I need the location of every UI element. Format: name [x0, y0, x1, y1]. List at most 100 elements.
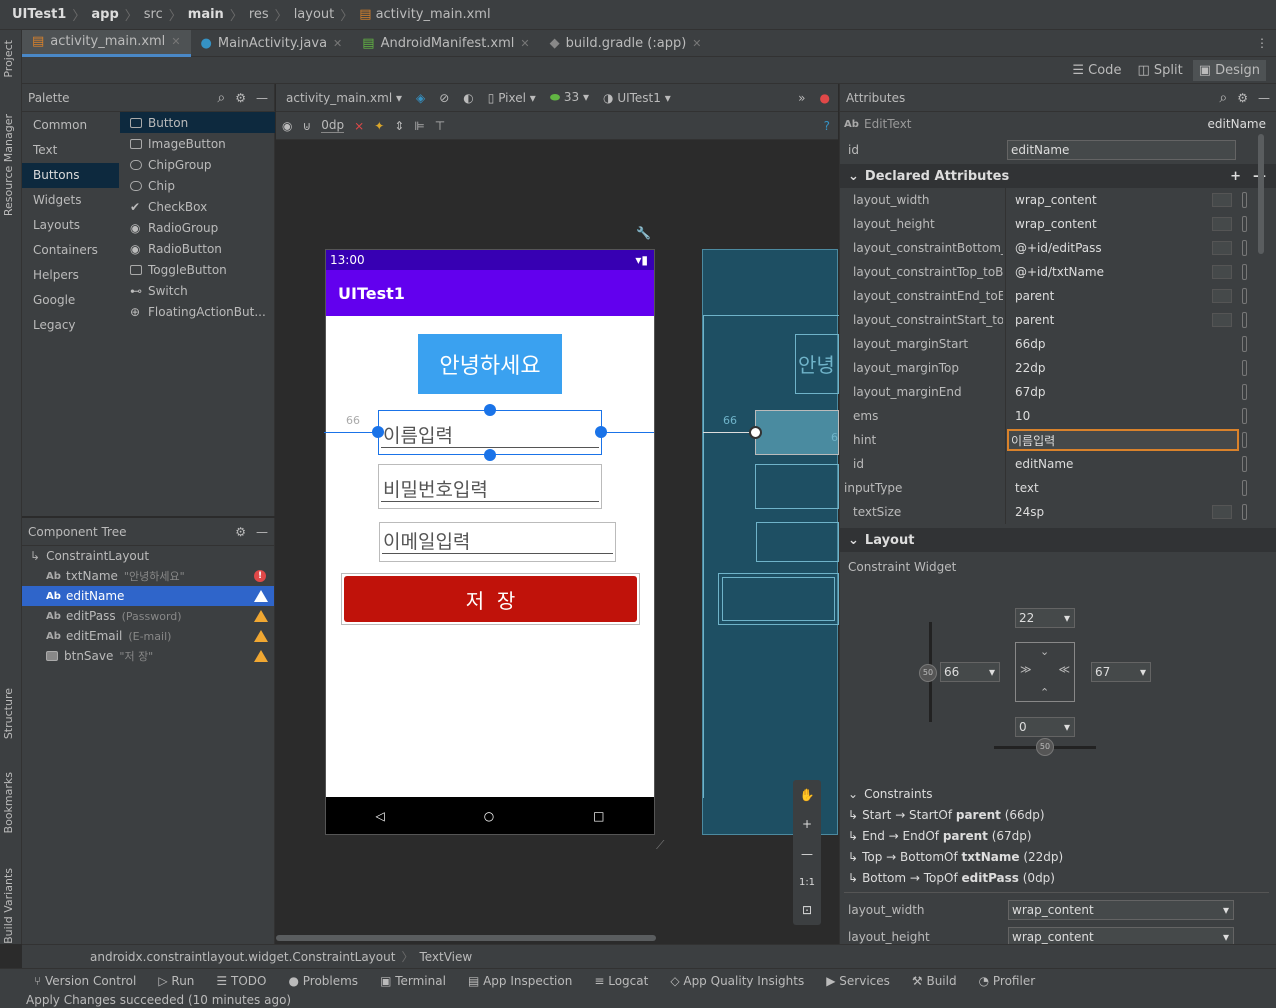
eye-icon[interactable]: ◉: [282, 119, 292, 133]
close-icon[interactable]: ✕: [171, 35, 180, 48]
category-helpers[interactable]: Helpers: [22, 263, 119, 288]
id-input[interactable]: editName: [1007, 140, 1236, 160]
night-mode-icon[interactable]: ◐: [463, 91, 473, 105]
txtname-view[interactable]: 안녕하세요: [418, 334, 562, 394]
phone-preview[interactable]: 13:00 ▾▮ UITest1 안녕하세요 이름입력 66 비밀번호입력 이메…: [324, 249, 655, 835]
scrollbar[interactable]: [1258, 134, 1264, 254]
warning-icon[interactable]: [254, 630, 268, 642]
path-layout[interactable]: androidx.constraintlayout.widget.Constra…: [90, 950, 395, 964]
resource-picker-icon[interactable]: [1242, 384, 1247, 400]
home-icon[interactable]: ○: [484, 809, 494, 823]
category-google[interactable]: Google: [22, 288, 119, 313]
close-icon[interactable]: ✕: [333, 37, 342, 50]
palette-item-chip[interactable]: Chip: [120, 175, 275, 196]
dropdown-arrow-icon[interactable]: [1212, 241, 1232, 255]
dropdown-arrow-icon[interactable]: [1212, 313, 1232, 327]
category-containers[interactable]: Containers: [22, 238, 119, 263]
tool-app-quality[interactable]: ◇ App Quality Insights: [670, 974, 804, 988]
code-view-button[interactable]: ☰ Code: [1066, 60, 1127, 81]
layout-section-header[interactable]: ⌄ Layout: [840, 528, 1276, 552]
tool-todo[interactable]: ☰ TODO: [216, 974, 266, 988]
resource-picker-icon[interactable]: [1242, 432, 1247, 448]
dropdown-arrow-icon[interactable]: [1212, 505, 1232, 519]
more-options-icon[interactable]: ⋮: [1256, 36, 1268, 50]
magnet-icon[interactable]: ⊍: [302, 119, 311, 133]
zoom-out-icon[interactable]: —: [801, 847, 813, 861]
resource-picker-icon[interactable]: [1242, 456, 1247, 472]
palette-item-imagebutton[interactable]: ImageButton: [120, 133, 275, 154]
tree-root[interactable]: ↳ ConstraintLayout: [22, 546, 274, 566]
tree-row-txtname[interactable]: Ab txtName "안녕하세요" !: [22, 566, 274, 586]
dropdown-arrow-icon[interactable]: [1212, 193, 1232, 207]
attribute-value[interactable]: 10: [1015, 404, 1030, 428]
resize-handle-icon[interactable]: ⟋: [656, 838, 664, 853]
palette-item-togglebutton[interactable]: ToggleButton: [120, 259, 275, 280]
attribute-value[interactable]: 24sp: [1015, 500, 1044, 524]
tab-build-gradle[interactable]: ◆ build.gradle (:app) ✕: [540, 30, 712, 57]
attribute-row[interactable]: ems 10: [840, 404, 1276, 428]
attribute-row[interactable]: layout_height wrap_content: [840, 212, 1276, 236]
zoom-reset-button[interactable]: 1:1: [799, 877, 815, 888]
tree-row-editemail[interactable]: Ab editEmail (E-mail): [22, 626, 274, 646]
start-anchor[interactable]: [372, 426, 384, 438]
margin-start-select[interactable]: 66 ▾: [940, 662, 1000, 682]
align-icon[interactable]: ⊫: [414, 119, 424, 133]
tool-build[interactable]: ⚒ Build: [912, 974, 957, 988]
resource-picker-icon[interactable]: [1242, 480, 1247, 496]
category-widgets[interactable]: Widgets: [22, 188, 119, 213]
resource-picker-icon[interactable]: [1242, 216, 1247, 232]
attribute-value[interactable]: editName: [1015, 452, 1073, 476]
attribute-value[interactable]: 이름입력: [1007, 429, 1239, 451]
close-icon[interactable]: ✕: [520, 37, 529, 50]
palette-item-radiobutton[interactable]: ◉ RadioButton: [120, 238, 275, 259]
wrench-icon[interactable]: 🔧: [636, 226, 651, 240]
device-select[interactable]: ▯ Pixel ▾: [488, 91, 536, 105]
infer-constraints-icon[interactable]: ✦: [374, 119, 384, 133]
chevrons-left-icon[interactable]: ≪: [1058, 663, 1070, 676]
tab-android-manifest[interactable]: ▤ AndroidManifest.xml ✕: [352, 30, 539, 57]
tool-version-control[interactable]: ⑂ Version Control: [34, 974, 136, 988]
expand-icon[interactable]: »: [798, 91, 805, 105]
attribute-value[interactable]: parent: [1015, 308, 1054, 332]
split-view-button[interactable]: ◫ Split: [1131, 60, 1188, 81]
blueprint-editname[interactable]: 6: [755, 410, 839, 455]
btnsave-button[interactable]: 저 장: [344, 576, 637, 622]
attribute-row[interactable]: layout_marginEnd 67dp: [840, 380, 1276, 404]
tool-run[interactable]: ▷ Run: [158, 974, 194, 988]
tab-main-activity[interactable]: ● MainActivity.java ✕: [191, 30, 353, 57]
editpass-field[interactable]: 비밀번호입력: [378, 464, 602, 509]
resource-picker-icon[interactable]: [1242, 336, 1247, 352]
resource-picker-icon[interactable]: [1242, 288, 1247, 304]
tool-tab-build-variants[interactable]: Build Variants: [2, 868, 15, 944]
breadcrumb-project[interactable]: UITest1: [12, 7, 66, 22]
attribute-row[interactable]: layout_marginTop 22dp: [840, 356, 1276, 380]
category-text[interactable]: Text: [22, 138, 119, 163]
pan-icon[interactable]: ✋: [800, 788, 815, 802]
tool-tab-resource-manager[interactable]: Resource Manager: [2, 114, 15, 216]
layers-icon[interactable]: ◈: [416, 91, 425, 105]
attribute-row[interactable]: layout_marginStart 66dp: [840, 332, 1276, 356]
bottom-anchor[interactable]: [484, 449, 496, 461]
attribute-row[interactable]: id editName: [840, 452, 1276, 476]
chevrons-right-icon[interactable]: ≫: [1020, 663, 1032, 676]
palette-item-chipgroup[interactable]: ChipGroup: [120, 154, 275, 175]
theme-select[interactable]: ◑ UITest1 ▾: [603, 91, 671, 105]
clear-constraints-icon[interactable]: ⨯: [354, 119, 364, 133]
layout-width-select[interactable]: wrap_content ▾: [1008, 900, 1234, 920]
attribute-row[interactable]: hint 이름입력: [840, 428, 1276, 452]
breadcrumb-file[interactable]: activity_main.xml: [376, 7, 491, 22]
resource-picker-icon[interactable]: [1242, 240, 1247, 256]
category-legacy[interactable]: Legacy: [22, 313, 119, 338]
resource-picker-icon[interactable]: [1242, 504, 1247, 520]
attribute-value[interactable]: 67dp: [1015, 380, 1046, 404]
breadcrumb-res[interactable]: res: [249, 7, 269, 22]
warning-icon[interactable]: [254, 610, 268, 622]
tool-app-inspection[interactable]: ▤ App Inspection: [468, 974, 572, 988]
constraints-header[interactable]: ⌄ Constraints: [840, 784, 1276, 804]
tool-terminal[interactable]: ▣ Terminal: [380, 974, 446, 988]
api-select[interactable]: ⬬ 33 ▾: [550, 90, 589, 105]
minimize-icon[interactable]: —: [256, 91, 268, 105]
tool-problems[interactable]: ● Problems: [288, 974, 358, 988]
attribute-row[interactable]: inputType text: [840, 476, 1276, 500]
tool-profiler[interactable]: ◔ Profiler: [979, 974, 1036, 988]
